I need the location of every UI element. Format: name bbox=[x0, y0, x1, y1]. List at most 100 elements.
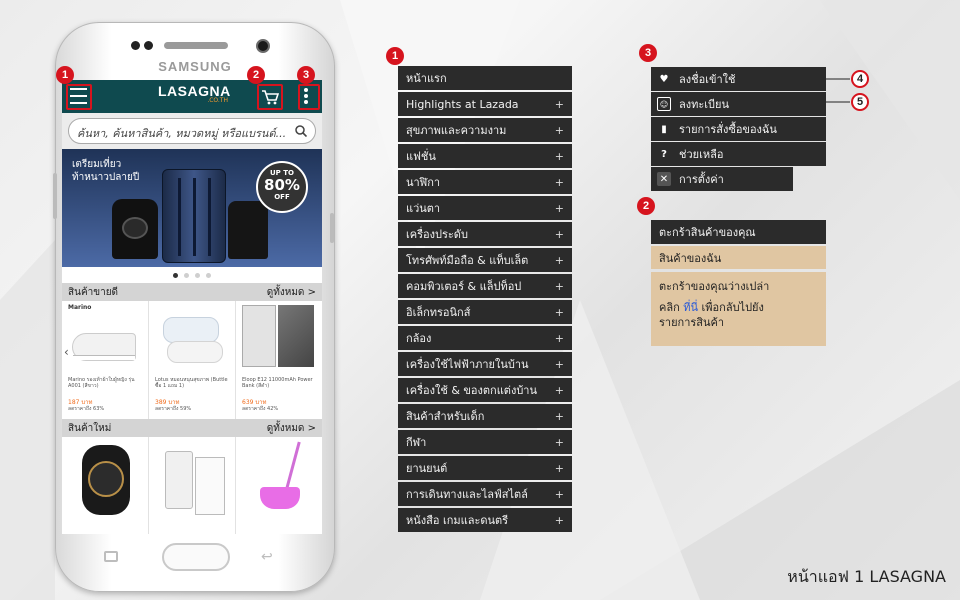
user-menu-label: ลงทะเบียน bbox=[679, 98, 729, 111]
menu-item-label: เครื่องประดับ bbox=[406, 228, 468, 241]
cart-subtitle: สินค้าของฉัน bbox=[651, 246, 826, 269]
product-card[interactable]: Marino Marino รองเท้าผ้าใบผู้หญิง รุ่น A… bbox=[62, 301, 149, 419]
user-menu-label: การตั้งค่า bbox=[679, 173, 724, 186]
powerbank-image bbox=[278, 305, 314, 367]
search-icon[interactable] bbox=[295, 125, 307, 137]
carousel-dot[interactable] bbox=[206, 272, 211, 278]
new-items-title: สินค้าใหม่ bbox=[68, 422, 112, 434]
cart-hint: คลิก ที่นี่ เพื่อกลับไปยัง bbox=[659, 300, 818, 315]
perfume-box-image bbox=[195, 457, 225, 515]
app-logo[interactable]: LASAGNA .CO.TH bbox=[158, 83, 230, 104]
expand-icon[interactable]: + bbox=[555, 98, 564, 111]
search-bar: ค้นหา, ค้นหาสินค้า, หมวดหมู่ หรือแบรนด์.… bbox=[62, 113, 322, 149]
menu-item-sports[interactable]: กีฬา + bbox=[398, 430, 572, 454]
home-button[interactable] bbox=[162, 543, 230, 571]
menu-item-label: โทรศัพท์มือถือ & แท็บเล็ต bbox=[406, 254, 529, 267]
menu-item-home[interactable]: หน้าแรก bbox=[398, 66, 572, 90]
expand-icon[interactable]: + bbox=[555, 436, 564, 449]
expand-icon[interactable]: + bbox=[555, 358, 564, 371]
recent-apps-icon[interactable] bbox=[104, 551, 118, 562]
expand-icon[interactable]: + bbox=[555, 306, 564, 319]
menu-item-computers-laptops[interactable]: คอมพิวเตอร์ & แล็ปท็อป + bbox=[398, 274, 572, 298]
menu-item-health-beauty[interactable]: สุขภาพและความงาม + bbox=[398, 118, 572, 142]
cart-panel: ตะกร้าสินค้าของคุณ สินค้าของฉัน ตะกร้าขอ… bbox=[651, 220, 826, 346]
best-sellers-see-all[interactable]: ดูทั้งหมด > bbox=[267, 285, 316, 300]
expand-icon[interactable]: + bbox=[555, 254, 564, 267]
search-input[interactable]: ค้นหา, ค้นหาสินค้า, หมวดหมู่ หรือแบรนด์.… bbox=[68, 118, 316, 144]
menu-item-jewelry[interactable]: เครื่องประดับ + bbox=[398, 222, 572, 246]
menu-item-cameras[interactable]: กล้อง + bbox=[398, 326, 572, 350]
back-icon[interactable]: ↩ bbox=[261, 549, 273, 565]
expand-icon[interactable]: + bbox=[555, 462, 564, 475]
promo-banner[interactable]: เตรียมเที่ยว ท้าหนาวปลายปี UP TO 80% OFF bbox=[62, 149, 322, 267]
menu-item-label: แฟชั่น bbox=[406, 150, 436, 163]
cart-title: ตะกร้าสินค้าของคุณ bbox=[651, 220, 826, 244]
best-sellers-header: สินค้าขายดี ดูทั้งหมด > bbox=[62, 283, 322, 301]
pillow-image bbox=[167, 341, 223, 363]
product-card[interactable] bbox=[149, 437, 236, 534]
product-discount: ลดราคาถึง 42% bbox=[242, 406, 279, 412]
carousel-prev-icon[interactable]: ‹ bbox=[64, 345, 69, 359]
user-menu-label: ช่วยเหลือ bbox=[679, 148, 724, 161]
menu-item-fashion[interactable]: แฟชั่น + bbox=[398, 144, 572, 168]
cart-here-link[interactable]: ที่นี่ bbox=[683, 301, 698, 314]
expand-icon[interactable]: + bbox=[555, 280, 564, 293]
carousel-indicator bbox=[62, 267, 322, 283]
menu-item-label: เครื่องใช้ไฟฟ้าภายในบ้าน bbox=[406, 358, 529, 371]
expand-icon[interactable]: + bbox=[555, 332, 564, 345]
menu-item-travel-lifestyle[interactable]: การเดินทางและไลฟ์สไตล์ + bbox=[398, 482, 572, 506]
menu-item-label: หนังสือ เกมและดนตรี bbox=[406, 514, 509, 527]
marker-1: 1 bbox=[56, 66, 74, 84]
powerbank-image bbox=[242, 305, 276, 367]
sneaker-image bbox=[72, 333, 136, 361]
menu-item-highlights[interactable]: Highlights at Lazada + bbox=[398, 92, 572, 116]
user-menu-settings[interactable]: ✕ การตั้งค่า bbox=[651, 167, 793, 191]
menu-item-automotive[interactable]: ยานยนต์ + bbox=[398, 456, 572, 480]
expand-icon[interactable]: + bbox=[555, 228, 564, 241]
carousel-dot[interactable] bbox=[173, 272, 178, 278]
marker-2: 2 bbox=[637, 197, 655, 215]
product-name: Marino รองเท้าผ้าใบผู้หญิง รุ่น A001 (สี… bbox=[68, 377, 135, 389]
new-items-see-all[interactable]: ดูทั้งหมด > bbox=[267, 421, 316, 436]
menu-item-watches[interactable]: นาฬิกา + bbox=[398, 170, 572, 194]
expand-icon[interactable]: + bbox=[555, 410, 564, 423]
menu-item-eyewear[interactable]: แว่นตา + bbox=[398, 196, 572, 220]
expand-icon[interactable]: + bbox=[555, 488, 564, 501]
menu-item-phones-tablets[interactable]: โทรศัพท์มือถือ & แท็บเล็ต + bbox=[398, 248, 572, 272]
expand-icon[interactable]: + bbox=[555, 150, 564, 163]
menu-item-electronics[interactable]: อิเล็กทรอนิกส์ + bbox=[398, 300, 572, 324]
user-menu-orders[interactable]: ▮ รายการสั่งซื้อของฉัน bbox=[651, 117, 826, 141]
product-card[interactable] bbox=[236, 437, 322, 534]
search-placeholder: ค้นหา, ค้นหาสินค้า, หมวดหมู่ หรือแบรนด์.… bbox=[77, 127, 287, 140]
marker-5: 5 bbox=[851, 93, 869, 111]
menu-item-label: Highlights at Lazada bbox=[406, 97, 519, 111]
menu-item-home-appliances[interactable]: เครื่องใช้ไฟฟ้าภายในบ้าน + bbox=[398, 352, 572, 376]
user-menu-register[interactable]: ☺ ลงทะเบียน bbox=[651, 92, 826, 116]
menu-item-home-decor[interactable]: เครื่องใช้ & ของตกแต่งบ้าน + bbox=[398, 378, 572, 402]
user-menu-login[interactable]: ♥ ลงชื่อเข้าใช้ bbox=[651, 67, 826, 91]
front-camera bbox=[256, 39, 270, 53]
product-card[interactable]: Lotus หมอนหนุนสุขภาพ (Buttle ซื้อ 1 แถม … bbox=[149, 301, 236, 419]
expand-icon[interactable]: + bbox=[555, 124, 564, 137]
menu-item-books-games-music[interactable]: หนังสือ เกมและดนตรี + bbox=[398, 508, 572, 532]
backpack-image bbox=[112, 199, 158, 259]
cart-empty-text: ตะกร้าของคุณว่างเปล่า bbox=[659, 280, 770, 293]
expand-icon[interactable]: + bbox=[555, 176, 564, 189]
expand-icon[interactable]: + bbox=[555, 514, 564, 527]
product-card[interactable]: Eloop E12 11000mAh Power Bank (สีดำ) 639… bbox=[236, 301, 322, 419]
product-name: Lotus หมอนหนุนสุขภาพ (Buttle ซื้อ 1 แถม … bbox=[155, 377, 228, 389]
banner-text-2: ท้าหนาวปลายปี bbox=[72, 172, 140, 183]
expand-icon[interactable]: + bbox=[555, 202, 564, 215]
menu-item-label: แว่นตา bbox=[406, 202, 441, 215]
new-items-header: สินค้าใหม่ ดูทั้งหมด > bbox=[62, 419, 322, 437]
carousel-dot[interactable] bbox=[195, 272, 200, 278]
expand-icon[interactable]: + bbox=[555, 384, 564, 397]
user-menu-label: รายการสั่งซื้อของฉัน bbox=[679, 123, 777, 136]
carousel-dot[interactable] bbox=[184, 272, 189, 278]
menu-item-kids[interactable]: สินค้าสำหรับเด็ก + bbox=[398, 404, 572, 428]
front-sensor bbox=[144, 41, 153, 50]
product-card[interactable] bbox=[62, 437, 149, 534]
discount-badge: UP TO 80% OFF bbox=[256, 161, 308, 213]
user-menu-help[interactable]: ? ช่วยเหลือ bbox=[651, 142, 826, 166]
menu-item-label: สุขภาพและความงาม bbox=[406, 124, 507, 137]
